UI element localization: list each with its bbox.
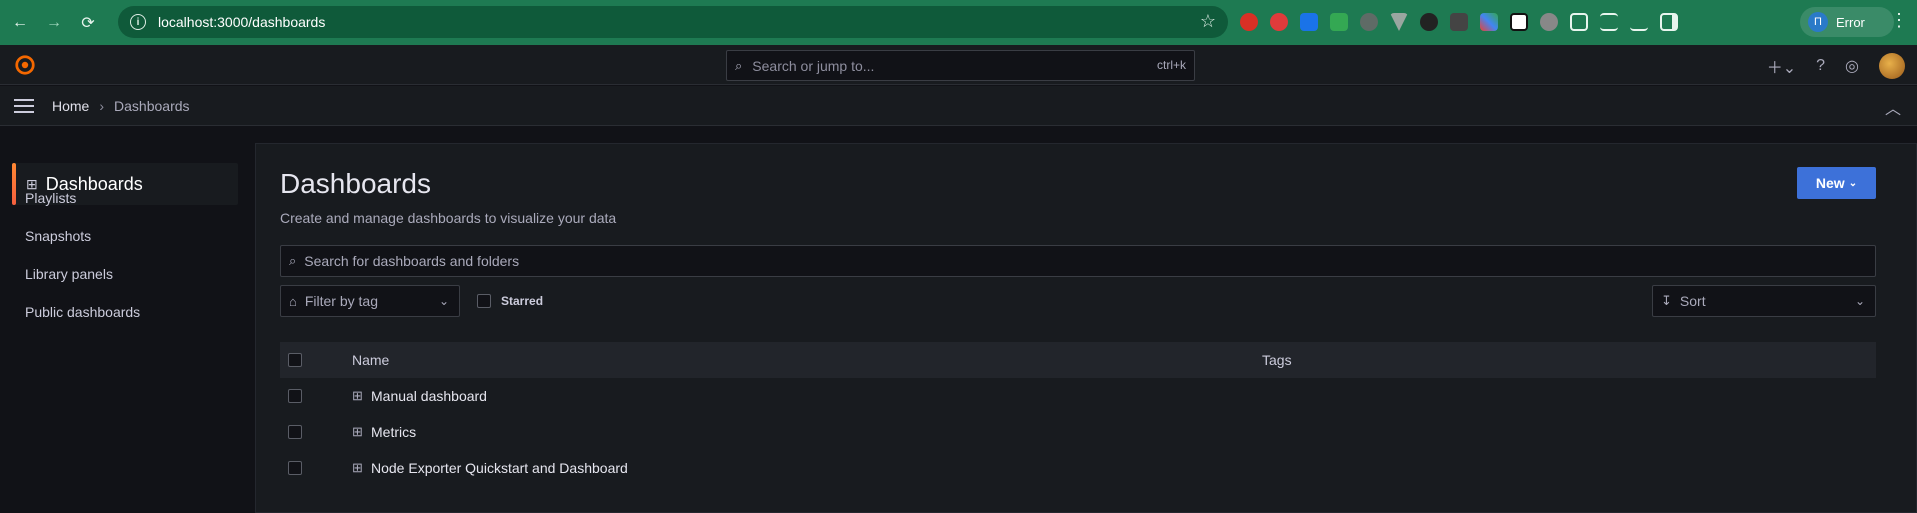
- sidenav-item-playlists[interactable]: Playlists: [25, 190, 76, 206]
- breadcrumb-current: Dashboards: [114, 98, 190, 114]
- new-button-label: New: [1815, 175, 1845, 191]
- browser-menu-icon[interactable]: ⋮: [1890, 10, 1908, 31]
- side-panel-icon[interactable]: [1660, 13, 1678, 31]
- starred-filter[interactable]: Starred: [477, 294, 543, 308]
- dashboard-icon: ⊞: [352, 388, 363, 403]
- forward-arrow-icon[interactable]: →: [40, 9, 68, 37]
- download-icon[interactable]: [1630, 13, 1648, 31]
- tag-filter-select[interactable]: ⌂ Filter by tag ⌄: [280, 285, 460, 317]
- select-all-checkbox[interactable]: [288, 353, 302, 367]
- chevron-down-icon: ⌄: [1848, 177, 1858, 189]
- grafana-logo-icon[interactable]: [14, 54, 36, 76]
- address-url[interactable]: localhost:3000/dashboards: [158, 14, 325, 30]
- table-header: Name Tags: [280, 342, 1876, 378]
- bookmark-star-icon[interactable]: ☆: [1200, 11, 1216, 32]
- search-icon: ⌕: [289, 253, 297, 268]
- new-button[interactable]: New ⌄: [1797, 167, 1876, 199]
- sort-select[interactable]: ↧ Sort ⌄: [1652, 285, 1876, 317]
- reading-list-icon[interactable]: [1600, 13, 1618, 31]
- active-indicator: [12, 163, 16, 205]
- breadcrumb: Home › Dashboards: [52, 98, 190, 114]
- address-bar[interactable]: i localhost:3000/dashboards ☆: [118, 6, 1228, 38]
- breadcrumb-bar: Home › Dashboards ︿: [0, 86, 1917, 126]
- circle-extension-icon[interactable]: [1540, 13, 1558, 31]
- vp-extension-icon[interactable]: [1420, 13, 1438, 31]
- column-tags: Tags: [1262, 352, 1292, 368]
- tag-icon: ⌂: [289, 293, 297, 309]
- puzzle-extensions-icon[interactable]: [1570, 13, 1588, 31]
- global-search-placeholder: Search or jump to...: [752, 57, 875, 74]
- news-feed-icon[interactable]: ◎: [1845, 56, 1859, 76]
- search-icon: ⌕: [735, 57, 743, 73]
- sort-icon: ↧: [1661, 293, 1672, 308]
- breadcrumb-separator: ›: [99, 98, 105, 114]
- sort-label: Sort: [1679, 293, 1706, 309]
- chevron-down-icon: ⌄: [1854, 294, 1865, 308]
- vue-extension-icon[interactable]: [1390, 13, 1408, 31]
- starred-label: Starred: [501, 294, 544, 308]
- table-row[interactable]: ⊞ Node Exporter Quickstart and Dashboard: [280, 450, 1876, 486]
- chevron-down-icon: ⌄: [438, 294, 449, 308]
- global-search-input[interactable]: ⌕ Search or jump to... ctrl+k: [726, 50, 1195, 81]
- page-title: Dashboards: [280, 168, 431, 199]
- row-checkbox[interactable]: [288, 389, 302, 403]
- dashboard-name[interactable]: Node Exporter Quickstart and Dashboard: [371, 460, 628, 476]
- dashboard-search-placeholder: Search for dashboards and folders: [304, 253, 520, 269]
- user-avatar[interactable]: [1879, 53, 1905, 79]
- multicolor-extension-icon[interactable]: [1480, 13, 1498, 31]
- notion-extension-icon[interactable]: [1510, 13, 1528, 31]
- site-info-icon[interactable]: i: [130, 14, 146, 30]
- column-name[interactable]: Name: [352, 352, 389, 368]
- sidenav-item-public-dashboards[interactable]: Public dashboards: [25, 304, 140, 320]
- profile-status: Error: [1836, 14, 1865, 30]
- extensions-row: [1240, 10, 1678, 34]
- main-content: Dashboards Create and manage dashboards …: [255, 143, 1917, 513]
- translate-extension-icon[interactable]: [1300, 13, 1318, 31]
- menu-icon[interactable]: [14, 99, 34, 113]
- starred-checkbox[interactable]: [477, 294, 491, 308]
- browser-toolbar: ← → ⟳ i localhost:3000/dashboards ☆ П Er…: [0, 0, 1917, 45]
- table-row[interactable]: ⊞ Metrics: [280, 414, 1876, 450]
- grafana-topbar: ⌕ Search or jump to... ctrl+k ＋⌄ ? ◎: [0, 45, 1917, 85]
- table-row[interactable]: ⊞ Manual dashboard: [280, 378, 1876, 414]
- dashboard-name[interactable]: Manual dashboard: [371, 388, 487, 404]
- add-icon[interactable]: ＋⌄: [1767, 54, 1796, 78]
- reload-icon[interactable]: ⟳: [74, 9, 102, 37]
- profile-chip[interactable]: П Error: [1800, 7, 1894, 37]
- shortcut-hint: ctrl+k: [1156, 58, 1186, 72]
- section-nav: ⊞ Dashboards Playlists Snapshots Library…: [0, 127, 248, 513]
- chevron-up-icon[interactable]: ︿: [1885, 95, 1901, 119]
- help-icon[interactable]: ?: [1816, 57, 1825, 75]
- sheets-extension-icon[interactable]: [1330, 13, 1348, 31]
- profile-avatar: П: [1808, 12, 1828, 32]
- adblock-extension-icon[interactable]: [1240, 13, 1258, 31]
- row-checkbox[interactable]: [288, 425, 302, 439]
- back-arrow-icon[interactable]: ←: [6, 9, 34, 37]
- tag-filter-placeholder: Filter by tag: [304, 293, 378, 309]
- eye-extension-icon[interactable]: [1360, 13, 1378, 31]
- dashboard-icon: ⊞: [352, 424, 363, 439]
- sidenav-item-snapshots[interactable]: Snapshots: [25, 228, 91, 244]
- dashboard-search-input[interactable]: ⌕ Search for dashboards and folders: [280, 245, 1876, 277]
- dashboard-name[interactable]: Metrics: [371, 424, 416, 440]
- row-checkbox[interactable]: [288, 461, 302, 475]
- dashboard-icon: ⊞: [352, 460, 363, 475]
- page-subtitle: Create and manage dashboards to visualiz…: [280, 210, 617, 226]
- topbar-actions: ＋⌄ ? ◎: [1767, 53, 1905, 79]
- sidenav-item-library-panels[interactable]: Library panels: [25, 266, 113, 282]
- abp-extension-icon[interactable]: [1270, 13, 1288, 31]
- save-extension-icon[interactable]: [1450, 13, 1468, 31]
- breadcrumb-home[interactable]: Home: [52, 98, 89, 114]
